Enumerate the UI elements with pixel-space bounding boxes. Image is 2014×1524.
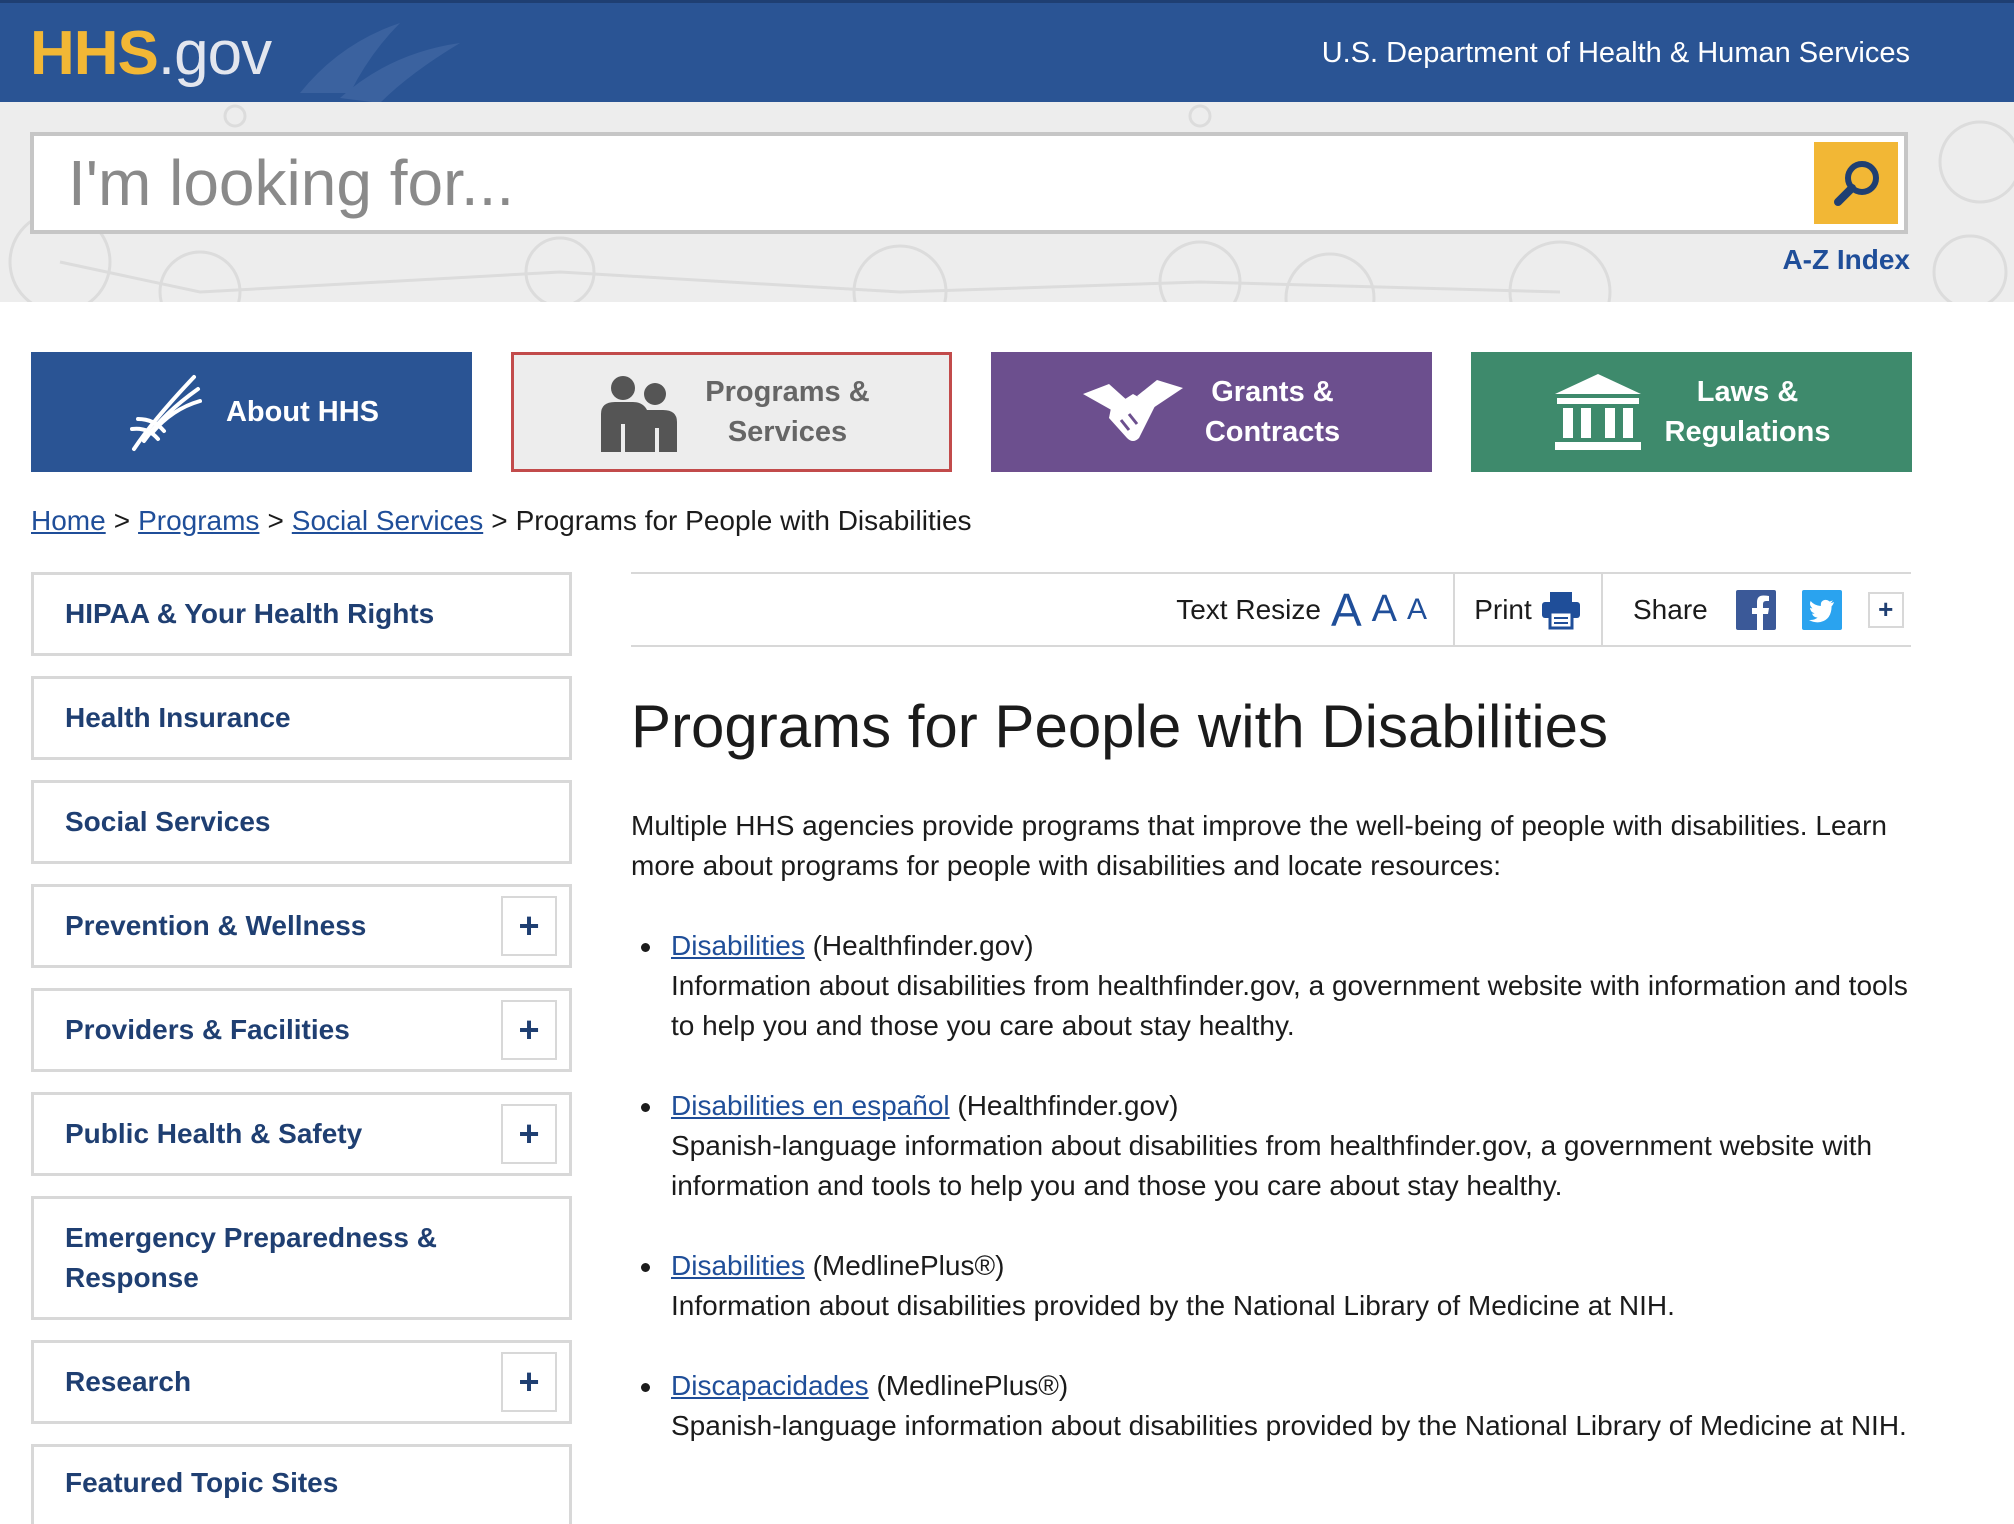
- resource-link[interactable]: Disabilities en español: [671, 1090, 950, 1121]
- printer-icon: [1541, 591, 1580, 629]
- breadcrumb-programs[interactable]: Programs: [138, 505, 259, 536]
- sidebar-item-providers-facilities[interactable]: Providers & Facilities +: [31, 988, 572, 1072]
- resource-link[interactable]: Disabilities: [671, 1250, 805, 1281]
- sidebar-item-featured-topic-sites[interactable]: Featured Topic Sites: [31, 1444, 572, 1524]
- sidebar-item-prevention-wellness[interactable]: Prevention & Wellness +: [31, 884, 572, 968]
- expand-plus-icon[interactable]: +: [501, 1104, 557, 1164]
- resource-description: Information about disabilities from heal…: [671, 970, 1908, 1041]
- resource-item: Disabilities (MedlinePlus®) Information …: [641, 1246, 1911, 1326]
- search-icon: [1834, 161, 1879, 206]
- resource-link[interactable]: Disabilities: [671, 930, 805, 961]
- people-icon: [601, 376, 678, 452]
- search-input[interactable]: [34, 136, 1794, 230]
- resource-link[interactable]: Discapacidades: [671, 1370, 869, 1401]
- text-size-small-button[interactable]: A: [1407, 593, 1427, 627]
- facebook-share-button[interactable]: [1735, 589, 1776, 630]
- intro-paragraph: Multiple HHS agencies provide programs t…: [631, 810, 1887, 881]
- site-header: HHS.gov U.S. Department of Health & Huma…: [0, 0, 2014, 102]
- breadcrumb-current: Programs for People with Disabilities: [515, 505, 972, 536]
- nav-tile-laws-regulations[interactable]: Laws & Regulations: [1471, 352, 1912, 472]
- sidebar-item-social-services[interactable]: Social Services: [31, 780, 572, 864]
- resource-item: Disabilities (Healthfinder.gov) Informat…: [641, 926, 1911, 1046]
- resource-description: Information about disabilities provided …: [671, 1290, 1675, 1321]
- expand-plus-icon[interactable]: +: [501, 896, 557, 956]
- twitter-icon: [1801, 589, 1842, 630]
- utility-bar: Text Resize A A A Print Share +: [631, 572, 1911, 647]
- search-box: [30, 132, 1908, 234]
- expand-plus-icon[interactable]: +: [501, 1000, 557, 1060]
- facebook-icon: [1735, 589, 1776, 630]
- sidebar-item-health-insurance[interactable]: Health Insurance: [31, 676, 572, 760]
- breadcrumb-home[interactable]: Home: [31, 505, 106, 536]
- twitter-share-button[interactable]: [1801, 589, 1842, 630]
- resource-item: Disabilities en español (Healthfinder.go…: [641, 1086, 1911, 1206]
- resource-source: (MedlinePlus®): [876, 1370, 1069, 1401]
- hhs-logo[interactable]: HHS.gov: [30, 17, 272, 91]
- search-band: A-Z Index: [0, 102, 2014, 302]
- handshake-icon: [1082, 380, 1183, 441]
- print-button[interactable]: Print: [1455, 574, 1603, 645]
- resource-description: Spanish-language information about disab…: [671, 1410, 1907, 1441]
- department-name: U.S. Department of Health & Human Servic…: [1321, 37, 1910, 69]
- resource-item: Discapacidades (MedlinePlus®) Spanish-la…: [641, 1366, 1911, 1446]
- search-button[interactable]: [1814, 142, 1898, 224]
- text-resize: Text Resize A A A: [1176, 574, 1455, 645]
- nav-tile-grants-contracts[interactable]: Grants & Contracts: [991, 352, 1432, 472]
- building-icon: [1554, 374, 1641, 450]
- breadcrumb-social-services[interactable]: Social Services: [292, 505, 483, 536]
- page-title: Programs for People with Disabilities: [631, 693, 1609, 760]
- text-size-large-button[interactable]: A: [1331, 583, 1362, 637]
- expand-plus-icon[interactable]: +: [501, 1352, 557, 1412]
- breadcrumb: Home > Programs > Social Services > Programs f…: [31, 505, 972, 536]
- sidebar-item-hipaa[interactable]: HIPAA & Your Health Rights: [31, 572, 572, 656]
- sidebar-item-emergency-preparedness[interactable]: Emergency Preparedness & Response: [31, 1196, 572, 1320]
- resource-source: (MedlinePlus®): [812, 1250, 1005, 1281]
- share-group: Share +: [1605, 574, 1911, 645]
- resource-source: (Healthfinder.gov): [812, 930, 1034, 961]
- more-share-button[interactable]: +: [1867, 591, 1904, 628]
- sidebar-item-public-health-safety[interactable]: Public Health & Safety +: [31, 1092, 572, 1176]
- az-index-link[interactable]: A-Z Index: [1782, 244, 1910, 276]
- text-size-medium-button[interactable]: A: [1372, 588, 1397, 631]
- nav-tile-about-hhs[interactable]: About HHS: [31, 352, 472, 472]
- resource-description: Spanish-language information about disab…: [671, 1130, 1873, 1201]
- nav-tile-programs-services[interactable]: Programs & Services: [511, 352, 952, 472]
- eagle-icon: [129, 375, 202, 451]
- eagle-watermark-icon: [300, 23, 460, 102]
- resource-source: (Healthfinder.gov): [957, 1090, 1179, 1121]
- sidebar-item-research[interactable]: Research +: [31, 1340, 572, 1424]
